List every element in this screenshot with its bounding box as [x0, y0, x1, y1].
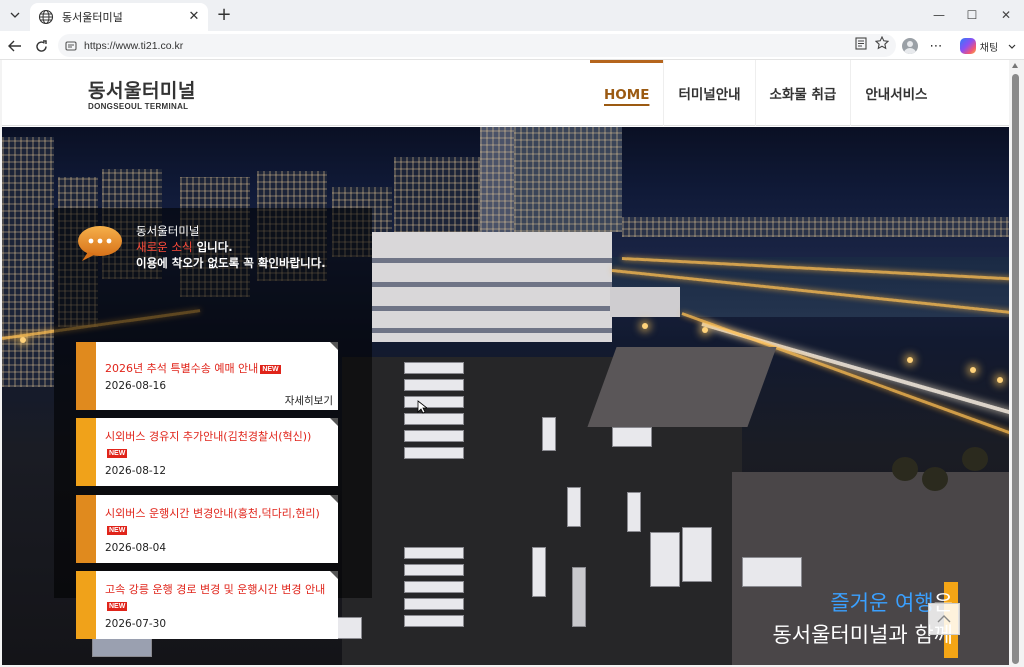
tab-title: 동서울터미널	[62, 11, 123, 24]
notice-title[interactable]: 시외버스 경유지 추가안내(김천경찰서(혁신)) NEW	[105, 429, 335, 461]
maximize-button[interactable]: ☐	[957, 5, 987, 25]
new-tab-button[interactable]: +	[214, 4, 234, 26]
slogan-accent-text: 즐거운 여행	[830, 591, 934, 615]
profile-button[interactable]	[901, 36, 919, 56]
more-menu-icon[interactable]: ⋯	[927, 36, 945, 56]
star-icon	[875, 36, 889, 50]
notice-title[interactable]: 시외버스 운행시간 변경안내(홍천,덕다리,현리) NEW	[105, 506, 335, 538]
notice-date: 2026-07-30	[105, 618, 167, 630]
chevron-down-icon	[1008, 44, 1016, 49]
site-header: 동서울터미널 DONGSEOUL TERMINAL HOME 터미널안내 소화물…	[2, 60, 1009, 126]
notice-title[interactable]: 고속 강릉 운행 경로 변경 및 운행시간 변경 안내 NEW	[105, 582, 335, 614]
arrow-left-icon	[8, 40, 21, 52]
reader-icon	[855, 36, 867, 50]
slogan-line-2: 동서울터미널과 함께	[772, 623, 953, 647]
notice-title-text: 2026년 추석 특별수송 예매 안내	[105, 362, 259, 375]
browser-tab-bar: 동서울터미널 ✕ + — ☐ ✕	[0, 0, 1024, 31]
notice-highlight: 새로운 소식	[136, 240, 193, 254]
browser-tab[interactable]: 동서울터미널 ✕	[30, 3, 208, 31]
notice-subheading-rest: 입니다.	[192, 240, 233, 254]
reader-view-button[interactable]	[852, 34, 870, 52]
chevron-up-icon	[937, 615, 951, 623]
mouse-cursor-icon	[417, 400, 427, 414]
notice-heading: 동서울터미널	[136, 224, 200, 238]
nav-terminal-info[interactable]: 터미널안내	[663, 60, 754, 126]
notice-subheading: 새로운 소식 입니다.	[136, 239, 233, 255]
close-tab-icon[interactable]: ✕	[186, 9, 202, 25]
notice-title-text: 시외버스 경유지 추가안내(김천경찰서(혁신))	[105, 430, 312, 443]
chevron-down-icon	[10, 12, 20, 18]
main-navigation: HOME 터미널안내 소화물 취급 안내서비스	[590, 60, 941, 126]
minimize-button[interactable]: —	[924, 5, 954, 25]
site-info-icon[interactable]	[64, 39, 78, 53]
globe-icon	[38, 9, 54, 25]
notice-date: 2026-08-04	[105, 542, 167, 554]
new-badge: NEW	[107, 449, 128, 458]
page-viewport: 동서울터미널 DONGSEOUL TERMINAL HOME 터미널안내 소화물…	[2, 60, 1009, 665]
page-scrollbar[interactable]	[1009, 60, 1022, 665]
scrollbar-thumb[interactable]	[1012, 74, 1019, 664]
avatar	[902, 38, 918, 54]
copilot-dropdown[interactable]	[1005, 36, 1019, 56]
new-badge: NEW	[260, 365, 281, 374]
notice-title[interactable]: 2026년 추석 특별수송 예매 안내 NEW	[105, 361, 335, 377]
notice-card-2[interactable]: 시외버스 경유지 추가안내(김천경찰서(혁신)) NEW 2026-08-12	[76, 418, 338, 486]
new-badge: NEW	[107, 602, 128, 611]
notice-card-4[interactable]: 고속 강릉 운행 경로 변경 및 운행시간 변경 안내 NEW 2026-07-3…	[76, 571, 338, 639]
new-badge: NEW	[107, 526, 128, 535]
notice-date: 2026-08-12	[105, 465, 167, 477]
copilot-label: 채팅	[979, 42, 999, 54]
site-logo-english: DONGSEOUL TERMINAL	[88, 102, 189, 111]
refresh-icon	[35, 39, 47, 52]
notice-title-text: 고속 강릉 운행 경로 변경 및 운행시간 변경 안내	[105, 583, 326, 596]
notice-date: 2026-08-16	[105, 380, 167, 392]
back-button[interactable]	[4, 35, 26, 57]
notice-caption: 이용에 착오가 없도록 꼭 확인바랍니다.	[136, 256, 326, 270]
browser-toolbar: https://www.ti21.co.kr ⋯ 채팅	[0, 31, 1024, 60]
notice-title-text: 시외버스 운행시간 변경안내(홍천,덕다리,현리)	[105, 507, 320, 520]
copilot-icon	[959, 38, 976, 54]
notice-card-3[interactable]: 시외버스 운행시간 변경안내(홍천,덕다리,현리) NEW 2026-08-04	[76, 495, 338, 563]
hero-slogan: 즐거운 여행은 동서울터미널과 함께	[772, 589, 953, 651]
scroll-to-top-button[interactable]	[928, 603, 960, 635]
close-window-button[interactable]: ✕	[991, 5, 1021, 25]
refresh-button[interactable]	[30, 35, 52, 57]
favorite-button[interactable]	[873, 34, 891, 52]
speech-bubble-icon	[78, 226, 122, 261]
nav-guide-service[interactable]: 안내서비스	[850, 60, 941, 126]
tab-list-button[interactable]	[4, 4, 26, 26]
scroll-up-icon[interactable]	[1012, 63, 1018, 68]
read-more-link[interactable]: 자세히보기	[285, 393, 333, 408]
slogan-line-1: 즐거운 여행은	[772, 589, 953, 617]
notice-panel: 동서울터미널 새로운 소식 입니다. 이용에 착오가 없도록 꼭 확인바랍니다.…	[54, 208, 372, 639]
nav-home[interactable]: HOME	[590, 60, 664, 126]
address-bar[interactable]: https://www.ti21.co.kr	[58, 34, 896, 57]
copilot-button[interactable]: 채팅	[955, 36, 1003, 56]
notice-card-1[interactable]: 2026년 추석 특별수송 예매 안내 NEW 2026-08-16 자세히보기	[76, 342, 338, 410]
hero-banner: 동서울터미널 새로운 소식 입니다. 이용에 착오가 없도록 꼭 확인바랍니다.…	[2, 127, 1009, 665]
url-text: https://www.ti21.co.kr	[84, 39, 184, 52]
nav-parcel-service[interactable]: 소화물 취급	[754, 60, 851, 126]
site-logo[interactable]: 동서울터미널	[88, 76, 196, 103]
